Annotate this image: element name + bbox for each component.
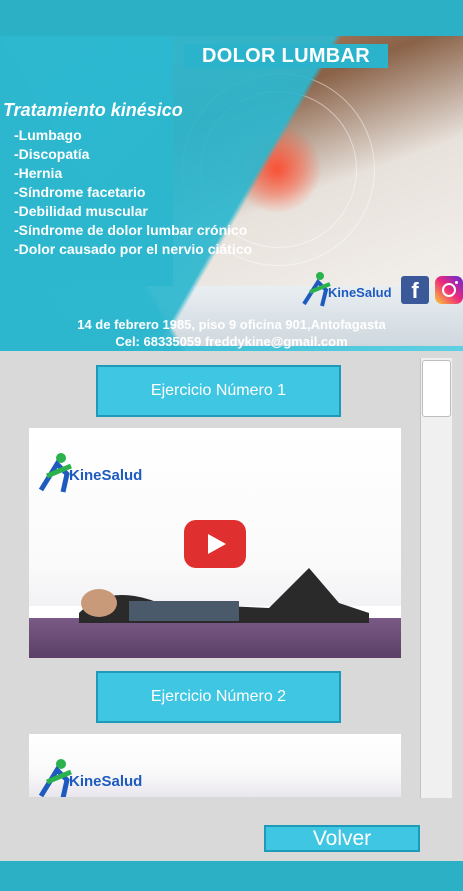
instagram-icon[interactable] [435, 276, 463, 304]
banner-subtitle: Tratamiento kinésico [3, 100, 183, 120]
exercise-2-video[interactable]: KineSalud [29, 734, 401, 797]
facebook-icon[interactable]: f [401, 276, 429, 304]
video-logo-text: KineSalud [69, 773, 142, 790]
bottom-bar [0, 861, 463, 891]
video-logo: KineSalud [38, 453, 142, 493]
condition-item: -Dolor causado por el nervio ciático [14, 241, 253, 257]
condition-item: -Síndrome de dolor lumbar crónico [14, 222, 248, 238]
volver-button[interactable]: Volver [264, 825, 420, 852]
banner-title: DOLOR LUMBAR [184, 44, 388, 68]
kinesalud-logo: KineSalud [302, 272, 392, 307]
contact-text: Cel: 68335059 freddykine@gmail.com [115, 334, 348, 349]
video-person [79, 568, 369, 623]
address-text: 14 de febrero 1985, piso 9 oficina 901,A… [77, 317, 386, 332]
video-logo: KineSalud [38, 759, 142, 797]
video-logo-text: KineSalud [69, 467, 142, 484]
scrollbar-track[interactable] [420, 358, 452, 798]
condition-item: -Hernia [14, 165, 63, 181]
contact-info: 14 de febrero 1985, piso 9 oficina 901,A… [0, 316, 463, 350]
video-table [29, 618, 401, 658]
exercise-2-button[interactable]: Ejercicio Número 2 [96, 671, 341, 723]
conditions-list: -Lumbago -Discopatía -Hernia -Síndrome f… [14, 126, 252, 259]
youtube-play-icon[interactable] [184, 520, 246, 568]
exercise-1-button[interactable]: Ejercicio Número 1 [96, 365, 341, 417]
kinesalud-logo-text: KineSalud [328, 285, 392, 300]
condition-item: -Debilidad muscular [14, 203, 148, 219]
top-bar [0, 0, 463, 36]
header-banner: DOLOR LUMBAR Tratamiento kinésico -Lumba… [0, 36, 463, 351]
condition-item: -Síndrome facetario [14, 184, 146, 200]
condition-item: -Lumbago [14, 127, 82, 143]
exercise-1-video[interactable]: KineSalud [29, 428, 401, 658]
condition-item: -Discopatía [14, 146, 90, 162]
scrollbar-thumb[interactable] [422, 360, 451, 417]
